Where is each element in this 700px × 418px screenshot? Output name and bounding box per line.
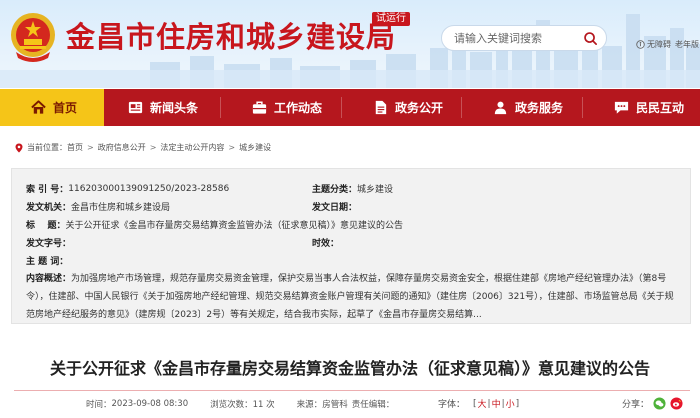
font-size-label: 字体： bbox=[438, 400, 466, 410]
news-icon bbox=[128, 101, 143, 114]
site-header: 金昌市住房和城乡建设局 试运行 无障碍 老年版 bbox=[0, 0, 700, 88]
validity-row: 时效： bbox=[312, 236, 339, 249]
topic-category-row: 主题分类： 城乡建设 bbox=[312, 182, 393, 195]
meta-divider bbox=[14, 390, 690, 391]
issue-date-label: 发文日期： bbox=[312, 203, 358, 213]
title-label: 标 题： bbox=[26, 221, 66, 231]
breadcrumb-location-label: 当前位置： bbox=[27, 143, 67, 152]
article-title: 关于公开征求《金昌市存量房交易结算资金监管办法（征求意见稿）》意见建议的公告 bbox=[49, 359, 650, 378]
document-number-label: 发文字号： bbox=[26, 239, 72, 249]
nav-item-gov-services[interactable]: 政务服务 bbox=[462, 89, 583, 126]
utility-links: 无障碍 老年版 bbox=[636, 39, 699, 50]
index-number-value: 116203000139091250/2023-28586 bbox=[68, 183, 230, 194]
document-info-panel: 索 引 号： 116203000139091250/2023-28586 主题分… bbox=[11, 168, 691, 324]
weibo-icon[interactable] bbox=[670, 397, 683, 410]
index-number-label: 索 引 号： bbox=[26, 185, 69, 195]
old-version-label: 老年版 bbox=[675, 40, 699, 49]
issuer-value: 金昌市住房和城乡建设局 bbox=[71, 203, 171, 213]
document-icon bbox=[375, 100, 387, 115]
trial-run-badge: 试运行 bbox=[372, 12, 410, 26]
breadcrumb-separator: > bbox=[87, 143, 94, 152]
nav-item-home[interactable]: 首页 bbox=[0, 89, 104, 126]
breadcrumb-separator: > bbox=[228, 143, 236, 152]
views-label: 浏览次数： bbox=[210, 400, 253, 410]
nav-item-news[interactable]: 新闻头条 bbox=[104, 89, 221, 126]
editor-label: 责任编辑： bbox=[351, 400, 395, 410]
time-value: 2023-09-08 08:30 bbox=[111, 399, 189, 409]
breadcrumb-item-urban-rural[interactable]: 城乡建设 bbox=[239, 142, 271, 153]
search-input[interactable] bbox=[454, 30, 578, 47]
nav-item-gov-affairs[interactable]: 政务公开 bbox=[342, 89, 462, 126]
issue-date-row: 发文日期： bbox=[312, 200, 357, 213]
nav-label-gov-affairs: 政务公开 bbox=[395, 101, 444, 115]
share-bar: 分享： bbox=[622, 397, 683, 410]
views-value: 11 次 bbox=[252, 400, 275, 410]
issuer-row: 发文机关： 金昌市住房和城乡建设局 bbox=[26, 200, 170, 213]
share-label: 分享： bbox=[622, 400, 650, 410]
location-pin-icon bbox=[15, 143, 23, 152]
topic-category-label: 主题分类： bbox=[312, 185, 358, 195]
document-number-row: 发文字号： bbox=[26, 236, 71, 249]
breadcrumb: 当前位置： 首页 > 政府信息公开 > 法定主动公开内容 > 城乡建设 bbox=[14, 142, 271, 153]
nav-label-news: 新闻头条 bbox=[150, 101, 199, 115]
national-emblem-logo bbox=[11, 13, 55, 62]
keywords-label: 主 题 词： bbox=[26, 257, 69, 267]
time-label: 时间： bbox=[86, 400, 112, 410]
accessibility-link[interactable]: 无障碍 bbox=[636, 39, 671, 50]
breadcrumb-item-home[interactable]: 首页 bbox=[67, 142, 83, 153]
keywords-row: 主 题 词： bbox=[26, 254, 68, 267]
content-summary-value: 为加强房地产市场管理，规范存量房交易资金管理，保护交易当事人合法权益，保障存量房… bbox=[26, 274, 674, 320]
accessibility-icon bbox=[636, 40, 645, 49]
source-label: 来源： bbox=[296, 400, 323, 410]
font-size-control: 字体： [ 大 | 中 | 小 ] bbox=[438, 397, 520, 411]
nav-label-work-updates: 工作动态 bbox=[274, 101, 323, 115]
search-box bbox=[441, 25, 607, 51]
chat-icon bbox=[614, 101, 629, 114]
search-icon[interactable] bbox=[583, 31, 598, 46]
article-meta: 时间： 2023-09-08 08:30 浏览次数： 11 次 来源： 房管科 … bbox=[86, 398, 394, 410]
source-value: 房管科 bbox=[322, 400, 348, 410]
breadcrumb-item-statutory[interactable]: 法定主动公开内容 bbox=[160, 142, 224, 153]
topic-category-value: 城乡建设 bbox=[357, 185, 394, 195]
nav-item-work-updates[interactable]: 工作动态 bbox=[221, 89, 342, 126]
title-value: 关于公开征求《金昌市存量房交易结算资金监管办法（征求意见稿）》意见建议的公告 bbox=[65, 221, 404, 231]
nav-label-public-interaction: 民民互动 bbox=[636, 101, 685, 115]
font-large-button[interactable]: 大 bbox=[477, 397, 488, 410]
wechat-icon[interactable] bbox=[653, 397, 666, 410]
site-title: 金昌市住房和城乡建设局 bbox=[66, 20, 397, 54]
breadcrumb-item-gov-info[interactable]: 政府信息公开 bbox=[98, 142, 146, 153]
index-number-row: 索 引 号： 116203000139091250/2023-28586 bbox=[26, 182, 230, 196]
home-icon bbox=[31, 100, 46, 114]
breadcrumb-separator: > bbox=[149, 143, 157, 152]
old-version-link[interactable]: 老年版 bbox=[675, 39, 699, 50]
content-summary: 内容概述：为加强房地产市场管理，规范存量房交易资金管理，保护交易当事人合法权益，… bbox=[26, 270, 676, 324]
content-summary-label: 内容概述： bbox=[26, 274, 72, 284]
nav-label-gov-services: 政务服务 bbox=[515, 101, 564, 115]
main-nav: 首页 新闻头条 工作动态 政务公开 政务服务 民民互动 bbox=[0, 89, 700, 126]
font-small-button[interactable]: 小 bbox=[505, 397, 516, 410]
issuer-label: 发文机关： bbox=[26, 203, 72, 213]
nav-item-public-interaction[interactable]: 民民互动 bbox=[583, 89, 700, 126]
accessibility-label: 无障碍 bbox=[647, 40, 671, 49]
service-icon bbox=[494, 101, 507, 115]
briefcase-icon bbox=[252, 101, 267, 114]
nav-label-home: 首页 bbox=[53, 101, 78, 115]
validity-label: 时效： bbox=[312, 239, 340, 249]
font-medium-button[interactable]: 中 bbox=[491, 397, 502, 410]
title-row: 标 题： 关于公开征求《金昌市存量房交易结算资金监管办法（征求意见稿）》意见建议… bbox=[26, 218, 403, 231]
